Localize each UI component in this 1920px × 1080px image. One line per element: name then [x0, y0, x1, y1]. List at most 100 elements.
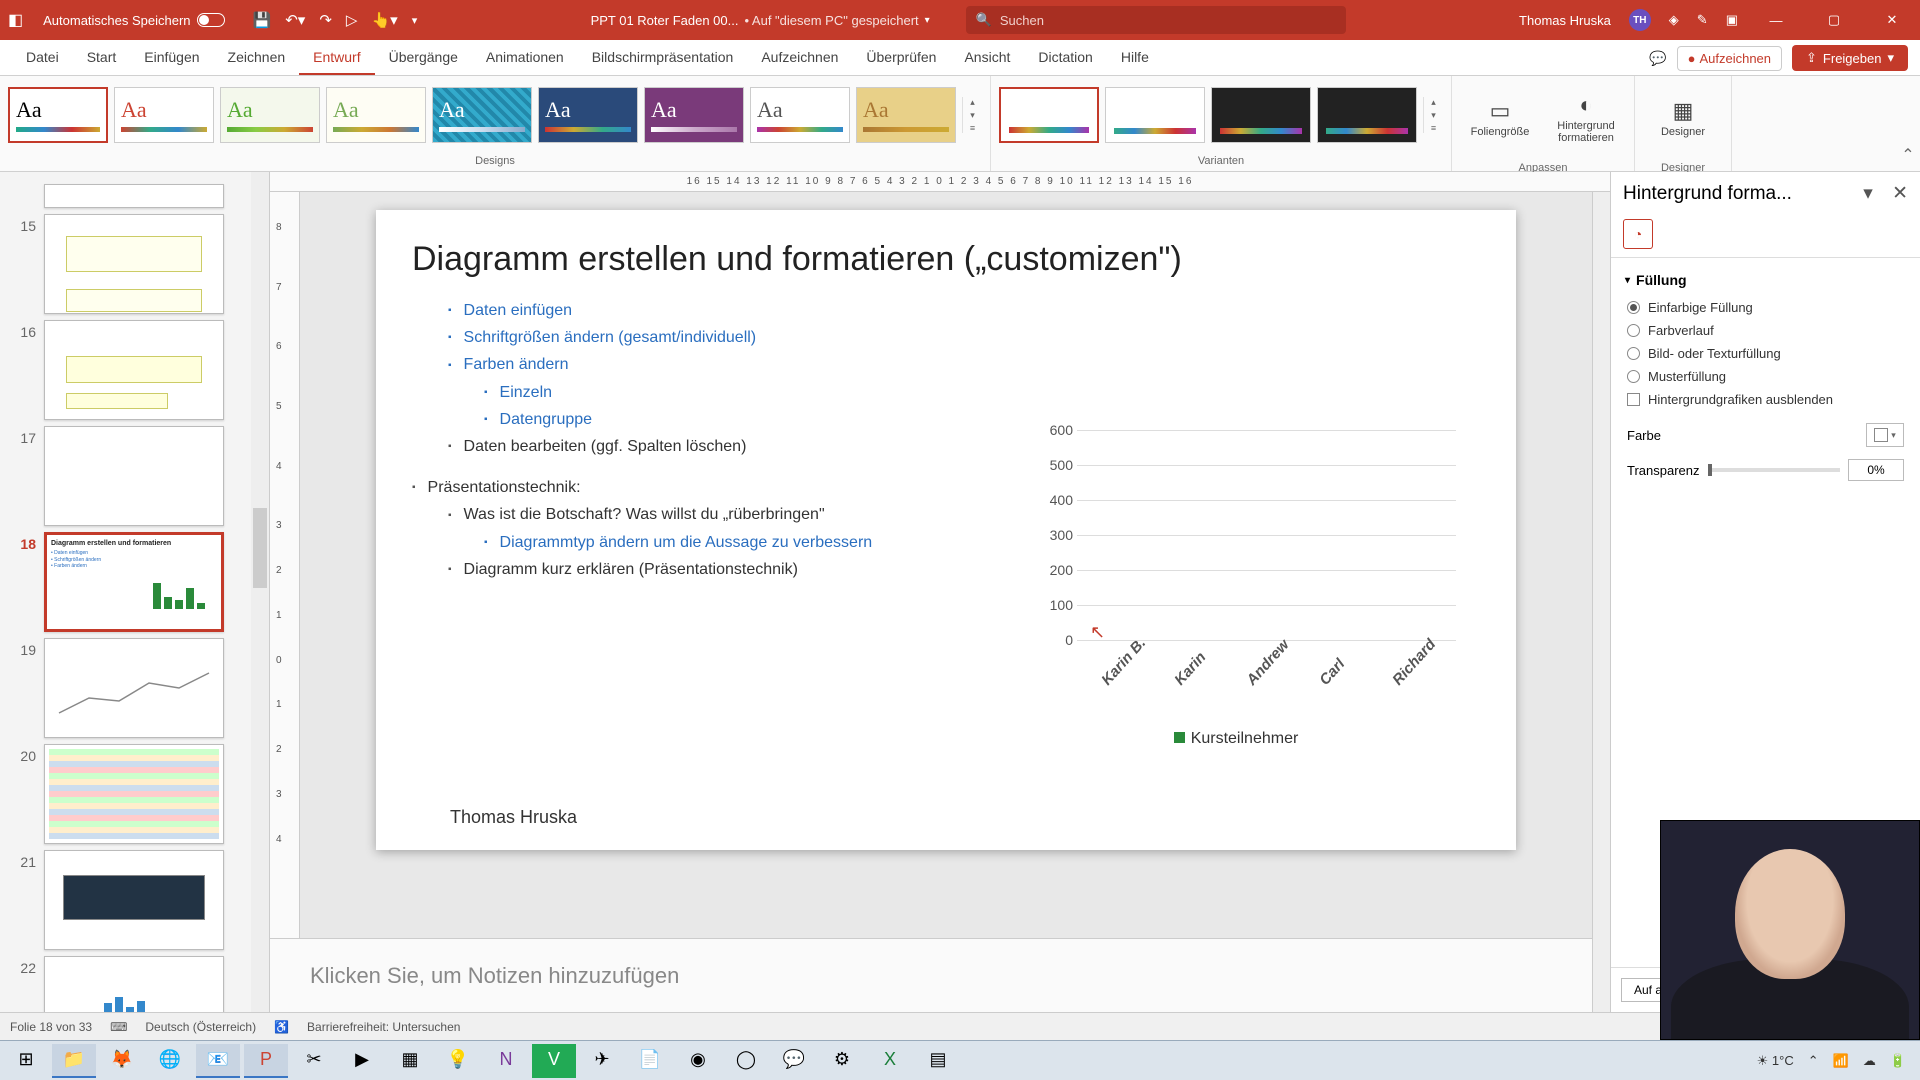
- comments-icon[interactable]: 💬: [1649, 50, 1666, 67]
- slide-thumb-22[interactable]: [44, 956, 224, 1012]
- app-icon-1[interactable]: ▦: [388, 1044, 432, 1078]
- editor-vscroll[interactable]: [1592, 192, 1610, 938]
- save-icon[interactable]: 💾: [253, 11, 272, 29]
- tray-battery-icon[interactable]: 🔋: [1890, 1053, 1906, 1069]
- theme-thumb-5[interactable]: Aa: [432, 87, 532, 143]
- chrome-icon[interactable]: 🌐: [148, 1044, 192, 1078]
- undo-icon[interactable]: ↶▾: [285, 11, 305, 29]
- slide-thumb-19[interactable]: [44, 638, 224, 738]
- radio-pattern-fill[interactable]: Musterfüllung: [1625, 365, 1906, 388]
- telegram-icon[interactable]: ✈: [580, 1044, 624, 1078]
- start-button[interactable]: ⊞: [4, 1044, 48, 1078]
- onenote-icon[interactable]: N: [484, 1044, 528, 1078]
- window-icon[interactable]: ▣: [1726, 12, 1738, 28]
- slide-thumb-21[interactable]: [44, 850, 224, 950]
- weather-widget[interactable]: ☀ 1°C: [1757, 1053, 1794, 1069]
- tab-bildschirmpräsentation[interactable]: Bildschirmpräsentation: [578, 41, 748, 75]
- theme-thumb-2[interactable]: Aa: [114, 87, 214, 143]
- variants-gallery[interactable]: ▴▾≡: [991, 76, 1451, 153]
- tray-chevron-icon[interactable]: ⌃: [1808, 1053, 1819, 1069]
- settings-icon[interactable]: ⚙: [820, 1044, 864, 1078]
- variants-more-button[interactable]: ▴▾≡: [1423, 97, 1443, 133]
- variant-thumb-3[interactable]: [1211, 87, 1311, 143]
- user-name[interactable]: Thomas Hruska: [1519, 13, 1611, 28]
- slide-counter[interactable]: Folie 18 von 33: [10, 1020, 92, 1034]
- thumbs-scrollbar[interactable]: [251, 172, 269, 1012]
- variant-thumb-4[interactable]: [1317, 87, 1417, 143]
- slide-thumb-14[interactable]: [44, 184, 224, 208]
- check-hide-bg[interactable]: Hintergrundgrafiken ausblenden: [1625, 388, 1906, 411]
- notes-pane[interactable]: Klicken Sie, um Notizen hinzuzufügen: [270, 938, 1592, 1012]
- tray-network-icon[interactable]: 📶: [1833, 1053, 1849, 1069]
- app-icon-4[interactable]: 📄: [628, 1044, 672, 1078]
- slide-thumb-15[interactable]: [44, 214, 224, 314]
- redo-icon[interactable]: ↷: [319, 11, 332, 29]
- pen-icon[interactable]: ✎: [1697, 12, 1708, 28]
- slide-size-button[interactable]: ▭Foliengröße: [1460, 82, 1540, 154]
- document-title[interactable]: PPT 01 Roter Faden 00...: [591, 13, 739, 28]
- maximize-button[interactable]: ▢: [1814, 12, 1854, 28]
- autosave-toggle[interactable]: Automatisches Speichern: [43, 13, 224, 28]
- theme-thumb-4[interactable]: Aa: [326, 87, 426, 143]
- radio-gradient-fill[interactable]: Farbverlauf: [1625, 319, 1906, 342]
- app-icon-6[interactable]: ▤: [916, 1044, 960, 1078]
- horizontal-ruler[interactable]: 16 15 14 13 12 11 10 9 8 7 6 5 4 3 2 1 0…: [270, 172, 1610, 192]
- save-status[interactable]: • Auf "diesem PC" gespeichert: [744, 13, 918, 28]
- share-button[interactable]: ⇪ Freigeben ▾: [1792, 45, 1908, 71]
- variant-thumb-2[interactable]: [1105, 87, 1205, 143]
- language-status[interactable]: Deutsch (Österreich): [145, 1020, 256, 1034]
- excel-icon[interactable]: X: [868, 1044, 912, 1078]
- vlc-icon[interactable]: ▶: [340, 1044, 384, 1078]
- app-icon-2[interactable]: 💡: [436, 1044, 480, 1078]
- color-picker-button[interactable]: ▾: [1866, 423, 1904, 447]
- a11y-status[interactable]: Barrierefreiheit: Untersuchen: [307, 1020, 460, 1034]
- minimize-button[interactable]: —: [1756, 13, 1796, 28]
- tab-aufzeichnen[interactable]: Aufzeichnen: [747, 41, 852, 75]
- tab-überprüfen[interactable]: Überprüfen: [852, 41, 950, 75]
- slide-thumb-18[interactable]: Diagramm erstellen und formatieren• Date…: [44, 532, 224, 632]
- lang-icon[interactable]: ⌨: [110, 1020, 127, 1034]
- outlook-icon[interactable]: 📧: [196, 1044, 240, 1078]
- fill-section-header[interactable]: ▾Füllung: [1625, 272, 1906, 288]
- transparency-slider[interactable]: [1708, 468, 1841, 472]
- slide-title[interactable]: Diagramm erstellen und formatieren („cus…: [412, 240, 1480, 279]
- tab-entwurf[interactable]: Entwurf: [299, 41, 374, 75]
- slide-thumb-17[interactable]: [44, 426, 224, 526]
- radio-solid-fill[interactable]: Einfarbige Füllung: [1625, 296, 1906, 319]
- touch-mode-icon[interactable]: 👆▾: [371, 11, 397, 29]
- format-background-button[interactable]: ◐Hintergrund formatieren: [1546, 82, 1626, 154]
- theme-thumb-6[interactable]: Aa: [538, 87, 638, 143]
- fill-tab-icon[interactable]: ◔: [1623, 219, 1653, 249]
- close-button[interactable]: ✕: [1872, 12, 1912, 28]
- pane-close-icon[interactable]: ✕: [1892, 183, 1908, 204]
- tab-einfügen[interactable]: Einfügen: [130, 41, 213, 75]
- diamond-icon[interactable]: ◈: [1669, 12, 1679, 28]
- obs-icon[interactable]: ◉: [676, 1044, 720, 1078]
- tab-übergänge[interactable]: Übergänge: [375, 41, 472, 75]
- tab-zeichnen[interactable]: Zeichnen: [214, 41, 300, 75]
- collapse-ribbon-icon[interactable]: ⌃: [1896, 76, 1920, 171]
- powerpoint-icon[interactable]: P: [244, 1044, 288, 1078]
- vertical-ruler[interactable]: 876 543 210 123 4: [270, 192, 300, 938]
- from-beginning-icon[interactable]: ▷: [346, 11, 358, 29]
- firefox-icon[interactable]: 🦊: [100, 1044, 144, 1078]
- discord-icon[interactable]: 💬: [772, 1044, 816, 1078]
- record-button[interactable]: ● Aufzeichnen: [1677, 46, 1782, 71]
- pane-dropdown-icon[interactable]: ▾: [1863, 183, 1873, 204]
- a11y-icon[interactable]: ♿: [274, 1020, 289, 1034]
- theme-thumb-9[interactable]: Aa: [856, 87, 956, 143]
- tab-datei[interactable]: Datei: [12, 41, 73, 75]
- tab-ansicht[interactable]: Ansicht: [950, 41, 1024, 75]
- theme-thumb-1[interactable]: Aa: [8, 87, 108, 143]
- toggle-switch[interactable]: [197, 13, 225, 27]
- slide-canvas[interactable]: Diagramm erstellen und formatieren („cus…: [376, 210, 1516, 850]
- tab-start[interactable]: Start: [73, 41, 131, 75]
- tab-animationen[interactable]: Animationen: [472, 41, 578, 75]
- theme-thumb-7[interactable]: Aa: [644, 87, 744, 143]
- theme-thumb-8[interactable]: Aa: [750, 87, 850, 143]
- designs-more-button[interactable]: ▴▾≡: [962, 97, 982, 133]
- chart[interactable]: 0100200300400500600Karin B.KarinAndrewCa…: [1016, 430, 1456, 770]
- transparency-value[interactable]: 0%: [1848, 459, 1904, 481]
- theme-thumb-3[interactable]: Aa: [220, 87, 320, 143]
- designer-button[interactable]: ▦Designer: [1643, 82, 1723, 154]
